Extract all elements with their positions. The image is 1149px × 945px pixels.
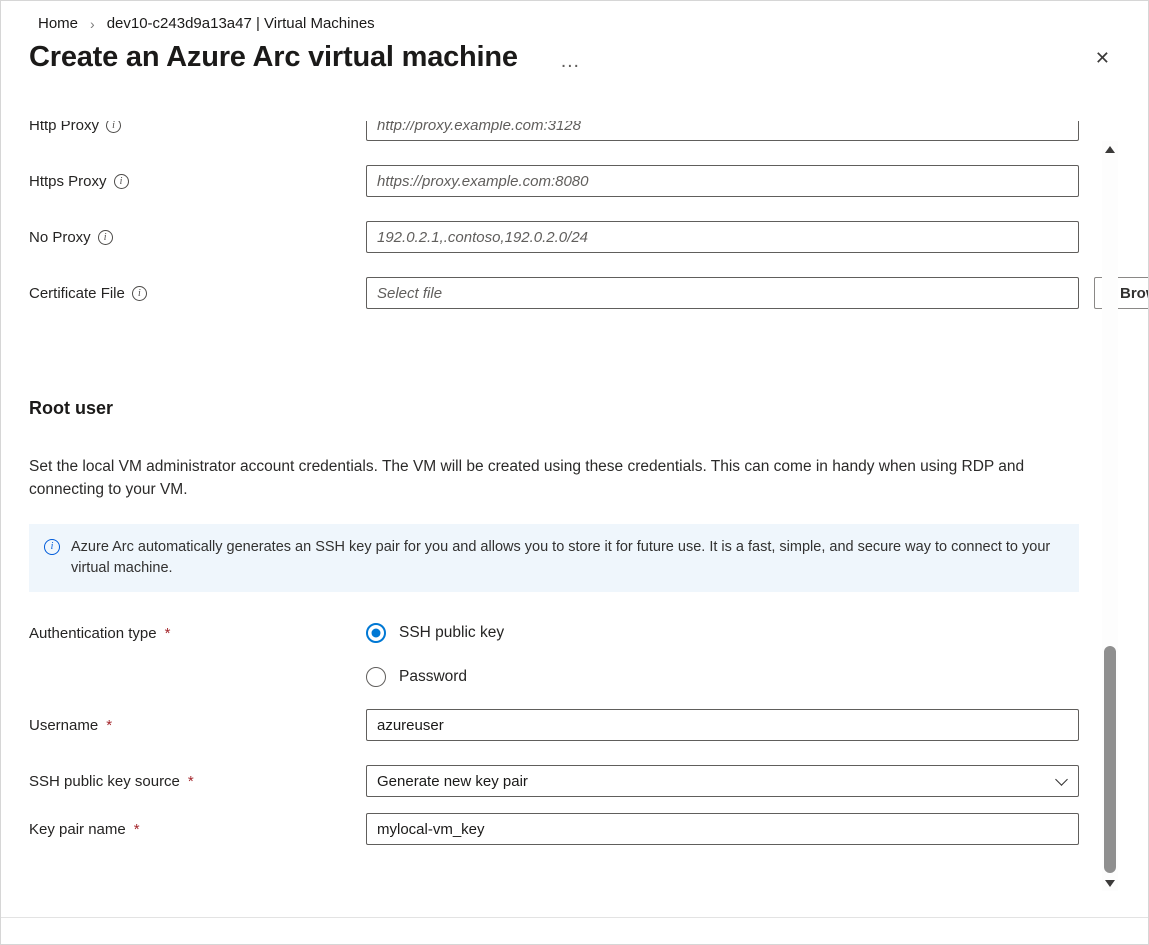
breadcrumb-home[interactable]: Home [38, 15, 78, 32]
radio-option-ssh-public-key[interactable]: SSH public key [366, 623, 504, 643]
no-proxy-input[interactable] [366, 221, 1079, 253]
certificate-file-label: Certificate File i [29, 285, 366, 302]
breadcrumb-current[interactable]: dev10-c243d9a13a47 | Virtual Machines [107, 15, 375, 32]
form-row-http-proxy: Http Proxy i [29, 121, 1079, 141]
radio-group: SSH public key Password [366, 623, 504, 687]
info-icon[interactable]: i [98, 230, 113, 245]
certificate-file-input[interactable] [366, 277, 1079, 309]
key-pair-name-label: Key pair name * [29, 821, 366, 838]
footer-bar [1, 917, 1148, 944]
form-row-ssh-key-source: SSH public key source * Generate new key… [29, 765, 1079, 797]
https-proxy-input[interactable] [366, 165, 1079, 197]
authentication-type-label-text: Authentication type [29, 625, 157, 642]
info-icon[interactable]: i [114, 174, 129, 189]
scrollbar[interactable] [1102, 141, 1118, 891]
required-asterisk: * [106, 717, 112, 734]
info-icon[interactable]: i [132, 286, 147, 301]
radio-selected-icon[interactable] [366, 623, 386, 643]
ssh-key-source-label-text: SSH public key source [29, 773, 180, 790]
form-row-no-proxy: No Proxy i [29, 221, 1079, 253]
scrollbar-thumb[interactable] [1104, 646, 1116, 873]
certificate-file-label-text: Certificate File [29, 285, 125, 302]
required-asterisk: * [165, 625, 171, 642]
http-proxy-label: Http Proxy i [29, 121, 366, 134]
info-icon: i [44, 539, 60, 555]
username-label-text: Username [29, 717, 98, 734]
scrollbar-track[interactable] [1102, 157, 1118, 875]
http-proxy-label-text: Http Proxy [29, 121, 99, 134]
radio-option-label: SSH public key [399, 624, 504, 642]
ssh-key-source-label: SSH public key source * [29, 773, 366, 790]
ssh-info-banner-text: Azure Arc automatically generates an SSH… [71, 537, 1061, 579]
form-row-https-proxy: Https Proxy i [29, 165, 1079, 197]
create-arc-vm-dialog: Home › dev10-c243d9a13a47 | Virtual Mach… [0, 0, 1149, 945]
breadcrumb: Home › dev10-c243d9a13a47 | Virtual Mach… [1, 1, 1148, 32]
username-input-cell [366, 709, 1079, 741]
http-proxy-input-cell [366, 121, 1079, 141]
key-pair-name-label-text: Key pair name [29, 821, 126, 838]
form-row-username: Username * [29, 709, 1079, 741]
key-pair-name-input-cell [366, 813, 1079, 845]
info-icon[interactable]: i [106, 121, 121, 133]
form-row-certificate-file: Certificate File i Browse [29, 277, 1079, 309]
form-row-key-pair-name: Key pair name * [29, 813, 1079, 845]
close-icon[interactable]: ✕ [1095, 49, 1110, 67]
authentication-type-options: SSH public key Password [366, 623, 1079, 687]
radio-option-password[interactable]: Password [366, 667, 504, 687]
scroll-up-arrow-icon[interactable] [1102, 141, 1118, 157]
username-input[interactable] [366, 709, 1079, 741]
ssh-info-banner: i Azure Arc automatically generates an S… [29, 524, 1079, 592]
page-title: Create an Azure Arc virtual machine [29, 41, 518, 74]
username-label: Username * [29, 717, 366, 734]
authentication-type-label: Authentication type * [29, 623, 366, 642]
key-pair-name-input[interactable] [366, 813, 1079, 845]
ssh-key-source-value: Generate new key pair [377, 773, 1057, 790]
required-asterisk: * [188, 773, 194, 790]
no-proxy-input-cell [366, 221, 1079, 253]
root-user-description: Set the local VM administrator account c… [29, 455, 1079, 501]
https-proxy-input-cell [366, 165, 1079, 197]
ssh-key-source-dropdown[interactable]: Generate new key pair [366, 765, 1079, 797]
http-proxy-input[interactable] [366, 121, 1079, 141]
certificate-file-input-cell: Browse [366, 277, 1079, 309]
scroll-down-arrow-icon[interactable] [1102, 875, 1118, 891]
page-header: Create an Azure Arc virtual machine … ✕ [1, 32, 1148, 74]
breadcrumb-separator-icon: › [90, 16, 95, 32]
ssh-key-source-input-cell: Generate new key pair [366, 765, 1079, 797]
radio-option-label: Password [399, 668, 467, 686]
more-options-icon[interactable]: … [560, 45, 581, 71]
radio-unselected-icon[interactable] [366, 667, 386, 687]
https-proxy-label-text: Https Proxy [29, 173, 107, 190]
form-row-authentication-type: Authentication type * SSH public key Pas… [29, 623, 1079, 687]
required-asterisk: * [134, 821, 140, 838]
form-content: Http Proxy i Https Proxy i [1, 121, 1148, 917]
https-proxy-label: Https Proxy i [29, 173, 366, 190]
no-proxy-label: No Proxy i [29, 229, 366, 246]
no-proxy-label-text: No Proxy [29, 229, 91, 246]
form-scroll-area: Http Proxy i Https Proxy i [1, 121, 1148, 917]
chevron-down-icon [1055, 773, 1068, 786]
root-user-heading: Root user [29, 398, 1079, 419]
